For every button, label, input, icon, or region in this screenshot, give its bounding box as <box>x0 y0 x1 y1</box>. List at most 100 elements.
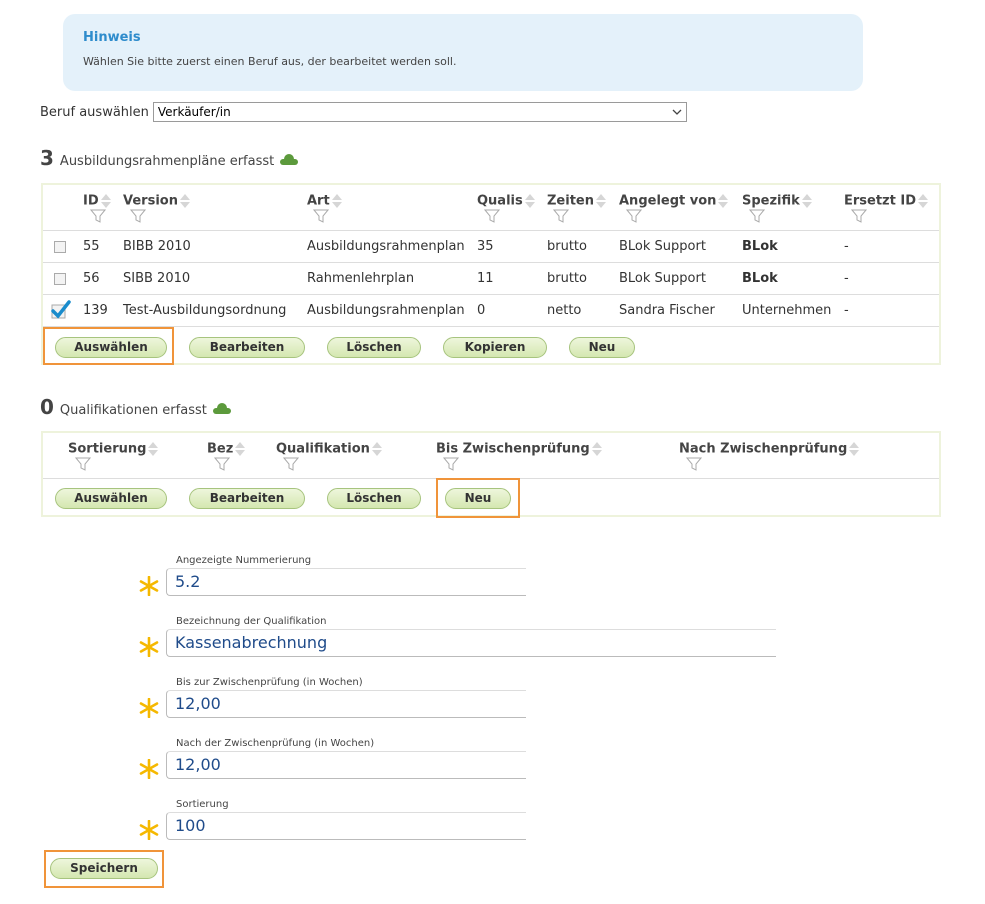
row-checkbox[interactable] <box>54 241 66 253</box>
cell-spezifik: BLok <box>742 239 778 254</box>
filter-icon[interactable] <box>626 209 642 223</box>
sort-icon[interactable] <box>849 441 860 457</box>
field-label: Angezeigte Nummerierung <box>176 555 312 566</box>
row-checkbox[interactable] <box>54 273 66 285</box>
col-version[interactable]: Version <box>123 193 190 209</box>
col-bis-zwischenpruefung[interactable]: Bis Zwischenprüfung <box>436 441 602 457</box>
cell-ersetzt: - <box>844 271 849 286</box>
highlight-neu <box>436 478 520 518</box>
sort-icon[interactable] <box>596 193 606 209</box>
cell-zeiten: netto <box>547 303 582 318</box>
col-spezifik[interactable]: Spezifik <box>742 193 812 209</box>
sort-icon[interactable] <box>718 193 729 209</box>
sortierung-field[interactable]: 100 <box>166 812 526 840</box>
filter-icon[interactable] <box>851 209 867 223</box>
loeschen-button[interactable]: Löschen <box>327 337 421 358</box>
filter-icon[interactable] <box>686 457 702 471</box>
field-label: Nach der Zwischenprüfung (in Wochen) <box>176 738 375 749</box>
cell-spezifik: Unternehmen <box>742 303 832 318</box>
col-zeiten[interactable]: Zeiten <box>547 193 606 209</box>
col-qualis[interactable]: Qualis <box>477 193 535 209</box>
bis-zwischenpruefung-field[interactable]: 12,00 <box>166 690 526 718</box>
col-art[interactable]: Art <box>307 193 342 209</box>
cell-angelegt: Sandra Fischer <box>619 303 715 318</box>
cell-spezifik: BLok <box>742 271 778 286</box>
beruf-select[interactable]: Verkäufer/in <box>152 102 687 122</box>
collapse-cloud-icon[interactable] <box>280 154 299 165</box>
table-row[interactable]: 56 SIBB 2010 Rahmenlehrplan 11 brutto BL… <box>43 263 939 295</box>
hint-title: Hinweis <box>83 30 141 45</box>
col-sortierung[interactable]: Sortierung <box>68 441 159 457</box>
quals-count-line: 0 Qualifikationen erfasst <box>40 395 231 419</box>
auswaehlen-button[interactable]: Auswählen <box>55 488 167 509</box>
sort-icon[interactable] <box>371 441 382 457</box>
filter-icon[interactable] <box>749 209 765 223</box>
plans-count-line: 3 Ausbildungsrahmenpläne erfasst <box>40 146 299 170</box>
cell-version: Test-Ausbildungsordnung <box>123 303 287 318</box>
col-bez[interactable]: Bez <box>207 441 246 457</box>
filter-icon[interactable] <box>90 209 106 223</box>
table-row[interactable]: 55 BIBB 2010 Ausbildungsrahmenplan 35 br… <box>43 231 939 263</box>
cell-qualis: 35 <box>477 239 494 254</box>
cell-qualis: 0 <box>477 303 486 318</box>
required-star-icon <box>139 698 159 718</box>
bearbeiten-button[interactable]: Bearbeiten <box>189 337 305 358</box>
col-nach-zwischenpruefung[interactable]: Nach Zwischenprüfung <box>679 441 860 457</box>
plans-table: ID Version Art Qualis Zeiten Angelegt vo… <box>41 183 941 365</box>
required-star-icon <box>139 576 159 596</box>
kopieren-button[interactable]: Kopieren <box>443 337 547 358</box>
sort-icon[interactable] <box>331 193 342 209</box>
sort-icon[interactable] <box>591 441 602 457</box>
cell-art: Ausbildungsrahmenplan <box>307 303 465 318</box>
sort-icon[interactable] <box>918 193 928 209</box>
filter-icon[interactable] <box>443 457 459 471</box>
col-id[interactable]: ID <box>83 193 111 209</box>
cell-version: SIBB 2010 <box>123 271 191 286</box>
cell-id: 56 <box>83 271 100 286</box>
highlight-auswaehlen <box>43 327 174 365</box>
cell-id: 55 <box>83 239 100 254</box>
plans-count-label: Ausbildungsrahmenpläne erfasst <box>59 154 275 169</box>
filter-icon[interactable] <box>283 457 299 471</box>
sort-icon[interactable] <box>524 193 535 209</box>
nach-zwischenpruefung-field[interactable]: 12,00 <box>166 751 526 779</box>
bezeichnung-field[interactable]: Kassenabrechnung <box>166 629 776 657</box>
neu-button[interactable]: Neu <box>569 337 635 358</box>
sort-icon[interactable] <box>235 441 246 457</box>
filter-icon[interactable] <box>313 209 329 223</box>
filter-icon[interactable] <box>553 209 569 223</box>
collapse-cloud-icon[interactable] <box>212 403 231 414</box>
col-angelegt[interactable]: Angelegt von <box>619 193 729 209</box>
nummerierung-field[interactable]: 5.2 <box>166 568 526 596</box>
cell-art: Rahmenlehrplan <box>307 271 415 286</box>
plans-button-bar: Auswählen Bearbeiten Löschen Kopieren Ne… <box>43 327 939 365</box>
cell-ersetzt: - <box>844 239 849 254</box>
sort-icon[interactable] <box>100 193 111 209</box>
col-qualifikation[interactable]: Qualifikation <box>276 441 382 457</box>
table-row[interactable]: 139 Test-Ausbildungsordnung Ausbildungsr… <box>43 295 939 327</box>
hint-text: Wählen Sie bitte zuerst einen Beruf aus,… <box>83 55 457 68</box>
chevron-down-icon <box>672 109 682 115</box>
plans-count: 3 <box>40 146 54 170</box>
quals-table-header: Sortierung Bez Qualifikation Bis Zwische… <box>43 433 939 479</box>
bearbeiten-button[interactable]: Bearbeiten <box>189 488 305 509</box>
cell-zeiten: brutto <box>547 271 587 286</box>
highlight-save <box>44 850 164 888</box>
sort-icon[interactable] <box>801 193 812 209</box>
beruf-row: Beruf auswählen Verkäufer/in <box>40 102 687 122</box>
sort-icon[interactable] <box>179 193 190 209</box>
filter-icon[interactable] <box>75 457 91 471</box>
sort-icon[interactable] <box>148 441 159 457</box>
filter-icon[interactable] <box>484 209 500 223</box>
quals-count: 0 <box>40 395 54 419</box>
filter-icon[interactable] <box>130 209 146 223</box>
filter-icon[interactable] <box>214 457 230 471</box>
field-label: Bis zur Zwischenprüfung (in Wochen) <box>176 677 363 688</box>
cell-angelegt: BLok Support <box>619 239 706 254</box>
checkbox-checked-icon[interactable] <box>49 299 71 321</box>
loeschen-button[interactable]: Löschen <box>327 488 421 509</box>
col-ersetzt[interactable]: Ersetzt ID <box>844 193 928 209</box>
cell-angelegt: BLok Support <box>619 271 706 286</box>
cell-qualis: 11 <box>477 271 494 286</box>
cell-version: BIBB 2010 <box>123 239 191 254</box>
